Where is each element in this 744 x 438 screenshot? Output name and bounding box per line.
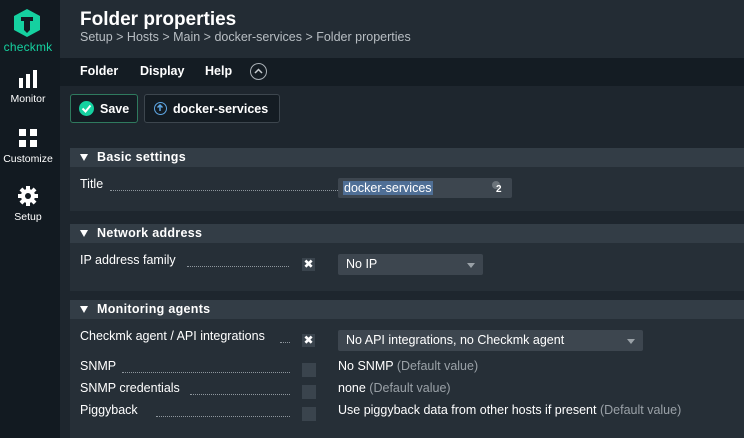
save-button[interactable]: Save [70,94,138,123]
agent-label: Checkmk agent / API integrations [80,329,265,343]
collapse-triangle-icon [80,154,88,161]
title-label: Title [80,177,104,191]
checkmark-icon [79,101,94,116]
collapse-menu-button[interactable] [250,63,267,80]
sidebar-item-label: Setup [14,211,42,223]
section-title: Network address [97,226,203,240]
remove-setting-icon[interactable]: ✖ [302,334,315,347]
parent-folder-label: docker-services [173,102,269,116]
toolbar: Save docker-services [60,86,744,131]
main-content: Folder properties Setup > Hosts > Main >… [60,0,744,438]
snmp-credentials-value: none (Default value) [338,381,451,395]
title-input-value: docker-services [343,181,433,195]
sidebar: checkmk Monitor Customize Setup [0,0,60,438]
snmp-label: SNMP [80,359,117,373]
ip-family-label: IP address family [80,253,176,267]
parent-folder-button[interactable]: docker-services [144,94,280,123]
section-title: Basic settings [97,150,186,164]
snmp-value: No SNMP (Default value) [338,359,479,373]
snmp-credentials-checkbox[interactable] [302,385,316,399]
label-dots [122,372,290,373]
section-header[interactable]: Monitoring agents [70,300,744,319]
collapse-triangle-icon [80,306,88,313]
remove-setting-icon[interactable]: ✖ [302,258,315,271]
breadcrumb[interactable]: Setup > Hosts > Main > docker-services >… [80,30,411,44]
collapse-triangle-icon [80,230,88,237]
piggyback-label: Piggyback [80,403,138,417]
page-title: Folder properties [80,9,237,30]
dropdown-arrow-icon [627,339,635,344]
section-title: Monitoring agents [97,302,211,316]
piggyback-value: Use piggyback data from other hosts if p… [338,403,682,417]
agent-value: No API integrations, no Checkmk agent [346,333,565,347]
piggyback-checkbox[interactable] [302,407,316,421]
ip-family-value: No IP [346,257,378,271]
label-dots [187,266,289,267]
bar-chart-icon [19,70,37,88]
arrow-up-icon [154,102,167,115]
label-dots [280,342,290,343]
sidebar-item-label: Customize [3,153,53,165]
checkmk-logo-icon[interactable] [12,8,42,38]
section-network-address: Network address IP address family ✖ No I… [70,224,744,291]
label-dots [110,190,342,191]
ip-family-select[interactable]: No IP [338,254,483,275]
section-basic-settings: Basic settings Title docker-services 2 [70,148,744,211]
chevron-up-icon [254,68,263,74]
sidebar-item-label: Monitor [10,93,46,105]
section-header[interactable]: Network address [70,224,744,243]
snmp-credentials-label: SNMP credentials [80,381,180,395]
grid-icon [19,129,37,147]
title-bar: Folder properties Setup > Hosts > Main >… [60,0,744,58]
menu-folder[interactable]: Folder [80,64,118,78]
section-header[interactable]: Basic settings [70,148,744,167]
sidebar-item-monitor[interactable]: Monitor [0,70,56,105]
menu-help[interactable]: Help [205,64,232,78]
label-dots [190,394,290,395]
logo-text: checkmk [3,40,53,54]
dropdown-arrow-icon [467,263,475,268]
gear-icon [18,186,38,206]
menu-bar: Folder Display Help [60,58,744,86]
section-monitoring-agents: Monitoring agents Checkmk agent / API in… [70,300,744,438]
badge-count: 2 [496,184,502,195]
snmp-checkbox[interactable] [302,363,316,377]
save-button-label: Save [100,102,130,116]
password-manager-badge[interactable]: 2 [490,180,508,196]
sidebar-item-customize[interactable]: Customize [0,128,56,165]
sidebar-item-setup[interactable]: Setup [0,186,56,223]
title-input[interactable]: docker-services 2 [338,178,512,198]
menu-display[interactable]: Display [140,64,184,78]
agent-select[interactable]: No API integrations, no Checkmk agent [338,330,643,351]
label-dots [156,416,290,417]
